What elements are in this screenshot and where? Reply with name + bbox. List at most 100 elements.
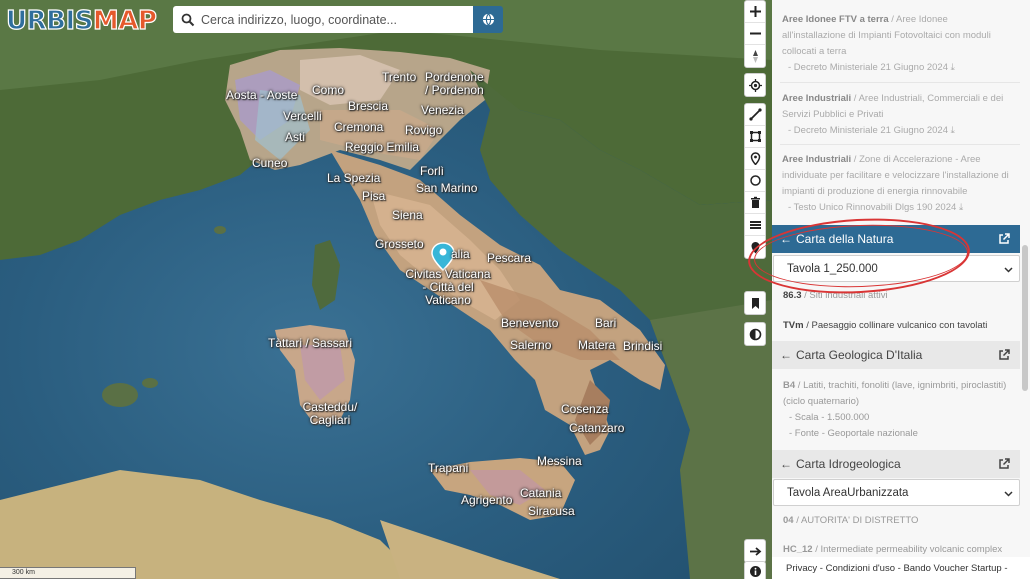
info-toolbar <box>744 561 766 579</box>
city-label-brindisi: Brindisi <box>623 339 663 353</box>
divider <box>780 144 1020 145</box>
city-label-pordenone: Pordenone / Pordenon <box>425 70 484 97</box>
section-title: Carta Idrogeologica <box>796 457 901 471</box>
pin-button[interactable] <box>745 236 765 258</box>
draw-square-button[interactable] <box>745 126 765 148</box>
city-label-cosenza: Cosenza <box>561 402 609 416</box>
city-label-trento: Trento <box>382 70 417 84</box>
chevron-down-icon <box>1004 491 1013 497</box>
external-link-icon[interactable] <box>998 458 1010 470</box>
layers-stack-icon <box>749 221 761 229</box>
geologica-value: B4 / Latiti, trachiti, fonoliti (lave, i… <box>783 378 1008 442</box>
compass-icon <box>752 49 758 63</box>
back-arrow-icon[interactable]: ← <box>780 457 792 471</box>
contrast-button[interactable] <box>745 323 765 345</box>
value-source: - Fonte - Geoportale nazionale <box>789 428 918 439</box>
collapse-toolbar <box>744 539 766 563</box>
back-arrow-icon[interactable]: ← <box>780 348 792 362</box>
locate-button[interactable] <box>745 74 765 96</box>
contrast-toolbar <box>744 322 766 346</box>
value-description: / Latiti, trachiti, fonoliti (lave, igni… <box>783 380 1007 407</box>
search-input[interactable] <box>201 12 461 27</box>
natura-value-2: TVm / Paesaggio collinare vulcanico con … <box>783 319 987 333</box>
city-label-casteddu-cagliari: Casteddu/ Cagliari <box>302 400 358 427</box>
app-logo[interactable]: URBIS MAP <box>5 5 157 37</box>
city-label-forli: Forlì <box>420 164 444 178</box>
city-label-matera: Matera <box>578 338 616 352</box>
marker-icon <box>750 152 760 165</box>
city-label-pisa: Pisa <box>362 189 386 203</box>
idro-value-1: 04 / AUTORITA' DI DISTRETTO <box>783 514 918 528</box>
draw-square-icon <box>749 131 761 142</box>
city-label-catania: Catania <box>520 486 562 500</box>
scale-bar: 300 km <box>0 567 136 579</box>
item-source-link[interactable]: - Testo Unico Rinnovabili Dlgs 190 2024 … <box>782 200 1014 216</box>
info-button[interactable] <box>745 562 765 579</box>
city-label-partial: alia <box>451 247 470 261</box>
item-title: Aree Industriali <box>782 154 852 165</box>
value-description: / Intermediate permeability volcanic com… <box>812 544 1003 555</box>
city-label-benevento: Benevento <box>501 316 559 330</box>
city-label-siena: Siena <box>392 208 423 222</box>
value-code: HC_12 <box>783 544 813 555</box>
collapse-panel-button[interactable] <box>745 540 765 562</box>
item-title: Aree Industriali <box>782 93 852 104</box>
select-value: Tavola AreaUrbanizzata <box>787 486 909 499</box>
item-title: Aree Idonee FTV a terra <box>782 14 889 25</box>
city-label-vercelli: Vercelli <box>283 109 322 123</box>
external-link-icon[interactable] <box>998 233 1010 245</box>
section-header-carta-idrogeologica[interactable]: ← Carta Idrogeologica <box>772 450 1020 478</box>
trash-icon <box>750 196 760 208</box>
circle-button[interactable] <box>745 170 765 192</box>
satellite-basemap <box>0 0 772 579</box>
city-label-san-marino: San Marino <box>416 181 478 195</box>
tools-toolbar <box>744 73 766 97</box>
search-box <box>173 6 473 33</box>
value-description: / Siti industriali attivi <box>801 290 888 301</box>
divider <box>780 82 1020 83</box>
zoom-in-button[interactable] <box>745 1 765 23</box>
footer-links[interactable]: Privacy - Condizioni d'uso - Bando Vouch… <box>772 557 1030 579</box>
measure-line-button[interactable] <box>745 104 765 126</box>
city-label-catanzaro: Catanzaro <box>569 421 625 435</box>
select-value: Tavola 1_250.000 <box>787 262 878 275</box>
download-icon: ⤓ <box>950 125 955 136</box>
marker-button[interactable] <box>745 148 765 170</box>
city-label-como: Como <box>312 83 345 97</box>
value-description: / AUTORITA' DI DISTRETTO <box>793 515 919 526</box>
layers-button[interactable] <box>745 214 765 236</box>
globe-icon <box>482 13 494 26</box>
carta-natura-select[interactable]: Tavola 1_250.000 <box>773 255 1020 282</box>
back-arrow-icon[interactable]: ← <box>780 232 792 246</box>
compass-button[interactable] <box>745 45 765 67</box>
value-description: / Paesaggio collinare vulcanico con tavo… <box>803 320 988 331</box>
item-source-link[interactable]: - Decreto Ministeriale 21 Giugno 2024 ⤓ <box>782 60 1014 76</box>
value-code: 04 <box>783 515 794 526</box>
city-label-la-spezia: La Spezia <box>327 171 381 185</box>
value-code: 86.3 <box>783 290 802 301</box>
map-view[interactable]: Trento Pordenone / Pordenon Aosta - Aost… <box>0 0 772 579</box>
globe-search-button[interactable] <box>473 6 503 33</box>
zoom-out-button[interactable] <box>745 23 765 45</box>
download-icon: ⤓ <box>950 62 955 73</box>
draw-toolbar <box>744 103 766 259</box>
logo-text-part1: URBIS <box>5 5 94 36</box>
zoom-toolbar <box>744 0 766 68</box>
external-link-icon[interactable] <box>998 349 1010 361</box>
info-icon <box>749 565 761 577</box>
delete-button[interactable] <box>745 192 765 214</box>
section-header-carta-natura[interactable]: ← Carta della Natura <box>772 225 1020 253</box>
chevron-down-icon <box>1004 267 1013 273</box>
list-item: Aree Industriali / Aree Industriali, Com… <box>782 91 1014 139</box>
item-source-link[interactable]: - Decreto Ministeriale 21 Giugno 2024 ⤓ <box>782 123 1014 139</box>
city-label-venezia: Venezia <box>421 103 464 117</box>
sidebar-scrollbar[interactable] <box>1022 245 1028 391</box>
section-header-carta-geologica[interactable]: ← Carta Geologica D'Italia <box>772 341 1020 369</box>
value-code: B4 <box>783 380 796 391</box>
city-label-rovigo: Rovigo <box>405 123 443 137</box>
city-label-brescia: Brescia <box>348 99 389 113</box>
item-source: - Decreto Ministeriale 21 Giugno 2024 <box>788 62 949 73</box>
circle-icon <box>749 175 761 186</box>
carta-idrogeologica-select[interactable]: Tavola AreaUrbanizzata <box>773 479 1020 506</box>
bookmark-button[interactable] <box>745 292 765 314</box>
